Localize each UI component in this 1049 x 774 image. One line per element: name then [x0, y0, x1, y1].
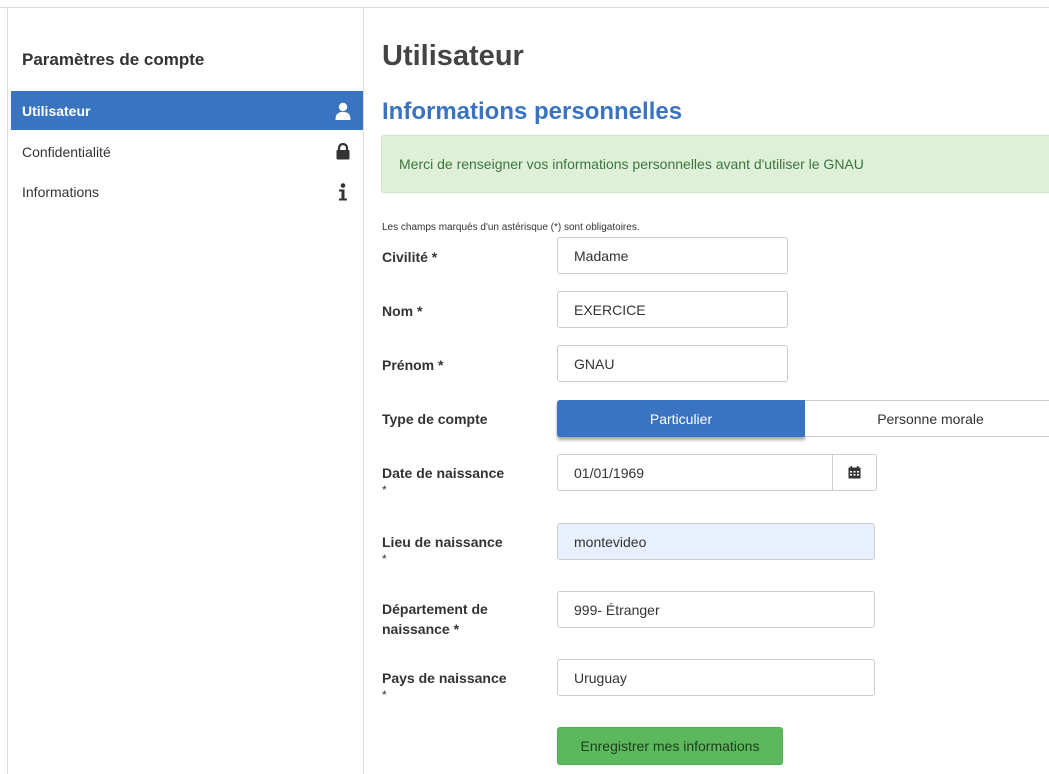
pays-label-line1: Pays de naissance [382, 670, 507, 686]
sidebar-item-label: Confidentialité [22, 143, 111, 160]
date-naissance-label: Date de naissance * [382, 463, 504, 497]
alert-text: Merci de renseigner vos informations per… [399, 156, 864, 172]
type-compte-particulier-button[interactable]: Particulier [557, 400, 805, 437]
departement-value: 999- Étranger [574, 601, 660, 618]
nom-label: Nom * [382, 303, 423, 319]
type-compte-personne-morale-button[interactable]: Personne morale [805, 400, 1049, 437]
lieu-naissance-input[interactable]: montevideo [557, 523, 875, 560]
sidebar-item-confidentialite[interactable]: Confidentialité [11, 132, 363, 171]
pays-label-line2: * [382, 688, 387, 702]
pays-label: Pays de naissance * [382, 668, 507, 702]
civilite-select[interactable]: Madame [557, 237, 788, 274]
civilite-value: Madame [574, 247, 629, 264]
civilite-label: Civilité * [382, 249, 438, 265]
calendar-button[interactable] [833, 454, 877, 491]
sidebar-left-border [7, 8, 8, 774]
calendar-icon [848, 466, 861, 479]
page-title: Utilisateur [382, 40, 524, 72]
lieu-naissance-label-line1: Lieu de naissance [382, 534, 503, 550]
departement-label: Département de naissance * [382, 599, 488, 639]
departement-input[interactable]: 999- Étranger [557, 591, 875, 628]
pays-value: Uruguay [574, 669, 627, 686]
section-title: Informations personnelles [382, 98, 683, 125]
sidebar-item-informations[interactable]: Informations [11, 172, 363, 211]
sidebar-item-label: Informations [22, 183, 100, 200]
departement-label-line1: Département de [382, 601, 488, 617]
date-naissance-value: 01/01/1969 [574, 464, 645, 481]
lieu-naissance-label: Lieu de naissance * [382, 532, 503, 566]
user-icon [334, 102, 352, 120]
lieu-naissance-label-line2: * [382, 552, 387, 566]
info-alert: Merci de renseigner vos informations per… [381, 135, 1049, 193]
sidebar-title: Paramètres de compte [22, 50, 205, 69]
date-naissance-label-line2: * [382, 483, 387, 497]
departement-label-line2: naissance * [382, 621, 460, 637]
prenom-input[interactable]: GNAU [557, 345, 788, 382]
sidebar-item-label: Utilisateur [22, 102, 91, 119]
prenom-value: GNAU [574, 355, 615, 372]
lock-icon [334, 143, 352, 161]
info-icon [334, 182, 352, 201]
date-naissance-label-line1: Date de naissance [382, 465, 505, 481]
main-content: Utilisateur Informations personnelles Me… [364, 8, 1049, 774]
sidebar-item-utilisateur[interactable]: Utilisateur [11, 91, 363, 130]
lieu-naissance-value: montevideo [574, 533, 647, 550]
nom-value: EXERCICE [574, 301, 646, 318]
type-compte-toggle: Particulier Personne morale [557, 400, 1049, 437]
nom-input[interactable]: EXERCICE [557, 291, 788, 328]
date-naissance-input[interactable]: 01/01/1969 [557, 454, 833, 491]
date-naissance-group: 01/01/1969 [557, 454, 877, 491]
pays-input[interactable]: Uruguay [557, 659, 875, 696]
sidebar: Paramètres de compte Utilisateur Confide… [0, 8, 364, 774]
type-compte-label: Type de compte [382, 411, 488, 427]
prenom-label: Prénom * [382, 357, 444, 373]
save-button[interactable]: Enregistrer mes informations [557, 727, 783, 765]
required-fields-note: Les champs marqués d'un astérisque (*) s… [382, 222, 640, 233]
top-border [0, 0, 1049, 8]
